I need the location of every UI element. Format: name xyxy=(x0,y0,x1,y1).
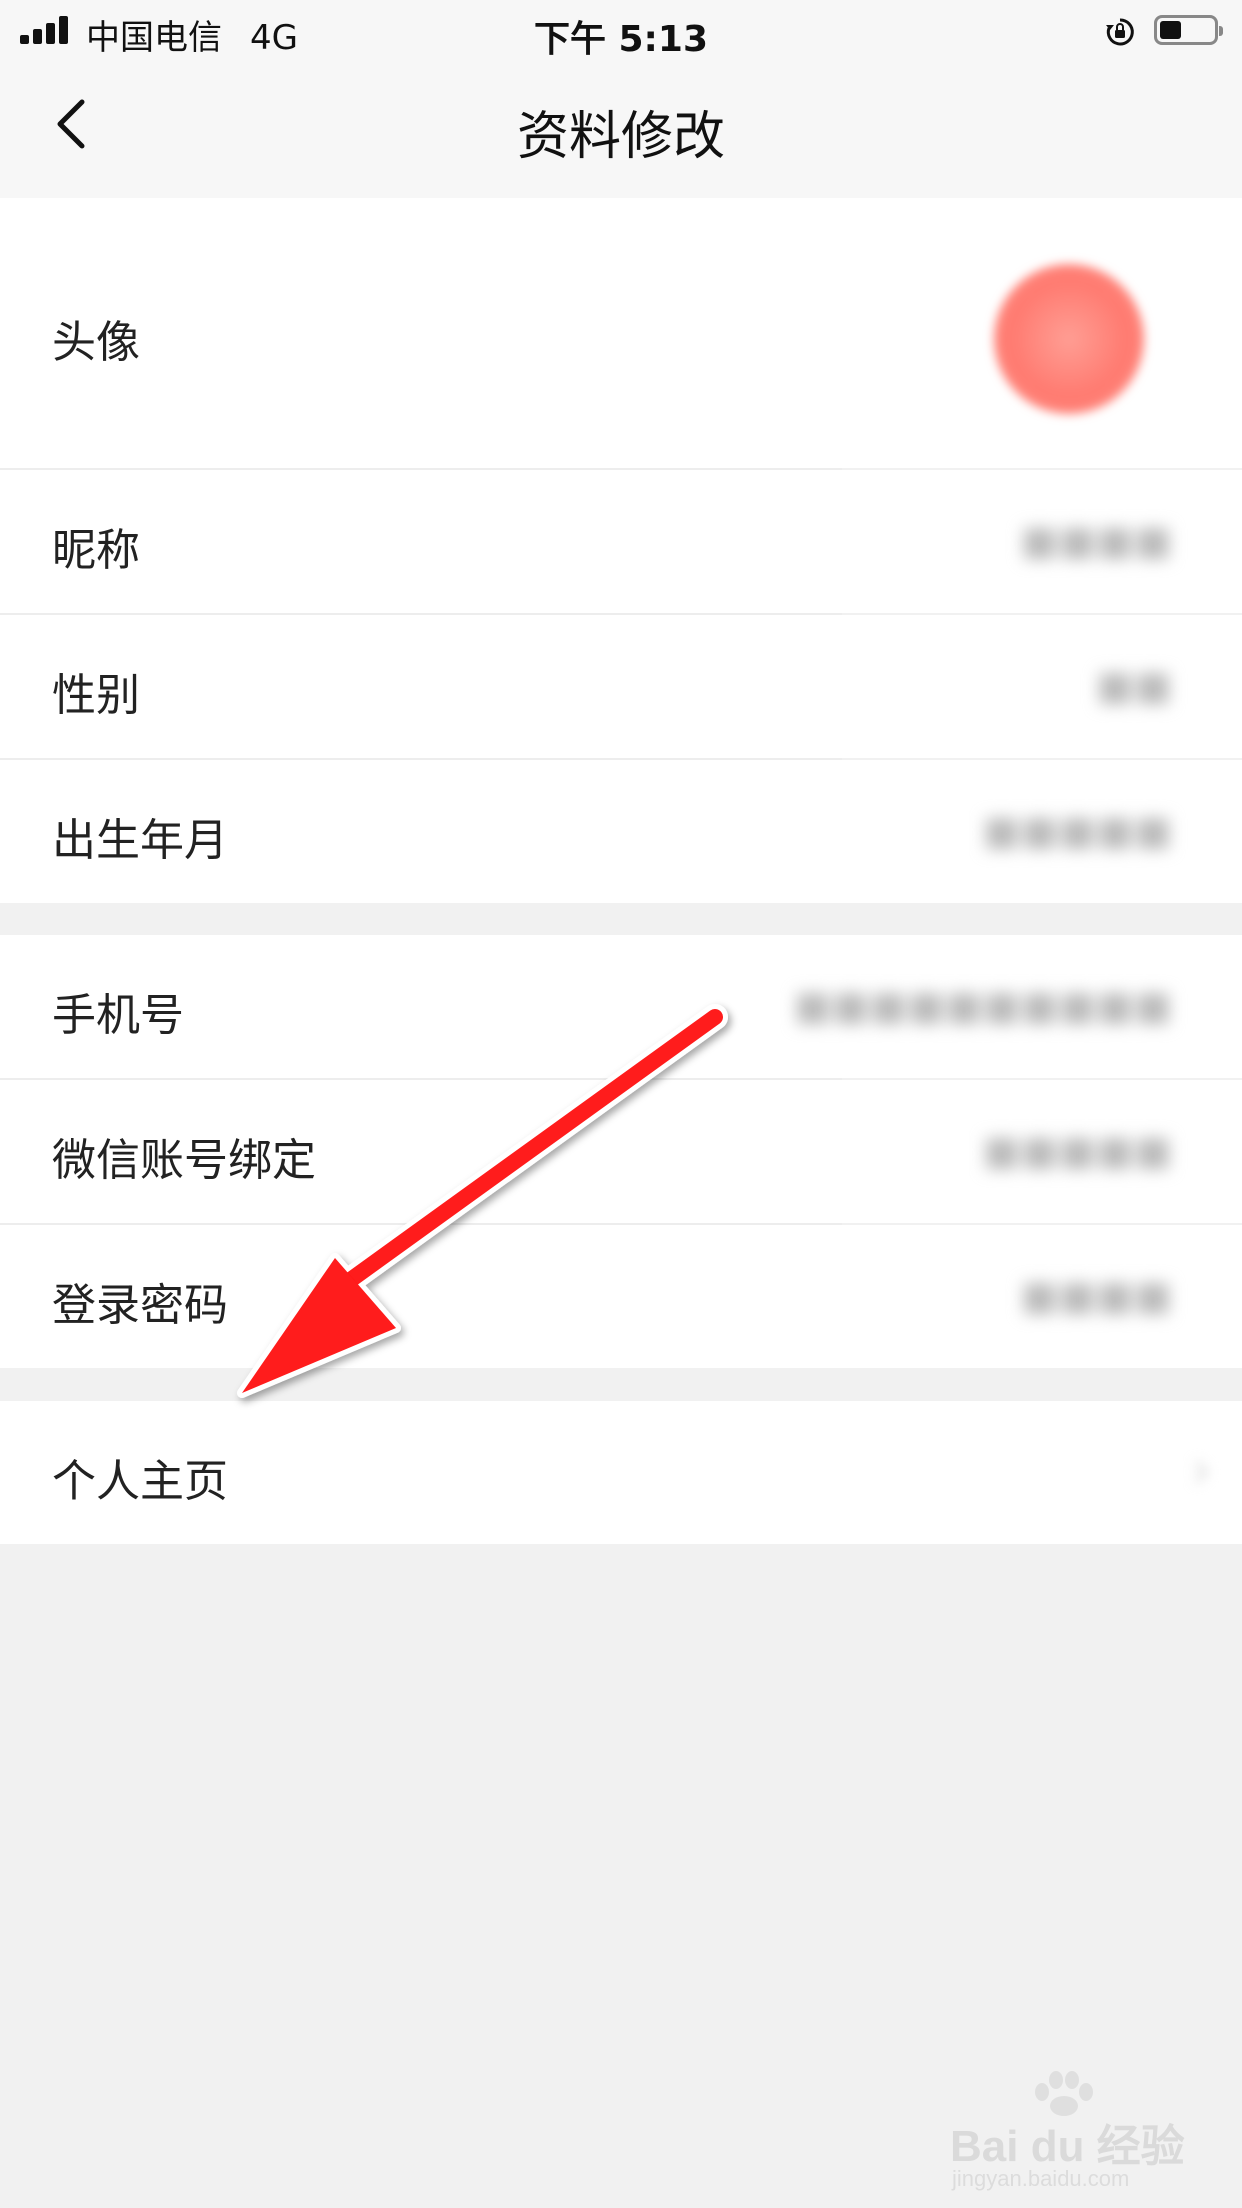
row-wechat-binding[interactable]: 微信账号绑定 ■■■■■ xyxy=(0,1080,1242,1223)
baidu-jingyan-watermark: Bai du 经验 jingyan.baidu.com xyxy=(950,2070,1230,2191)
row-value-login-password: ■■■■ xyxy=(1020,1273,1172,1319)
row-login-password[interactable]: 登录密码 ■■■■ xyxy=(0,1225,1242,1368)
status-time: 下午 5:13 xyxy=(533,19,709,60)
avatar xyxy=(994,264,1144,414)
row-avatar[interactable]: 头像 xyxy=(0,198,1242,468)
row-label-personal-homepage: 个人主页 xyxy=(52,1456,228,1507)
status-bar: 中国电信 4G 下午 5:13 xyxy=(0,0,1242,60)
row-value-gender: ■■ xyxy=(1096,663,1172,709)
row-birthdate[interactable]: 出生年月 ■■■■■ xyxy=(0,760,1242,903)
page-title: 资料修改 xyxy=(516,107,725,167)
row-label-birthdate: 出生年月 xyxy=(52,815,228,866)
navigation-bar: 资料修改 xyxy=(0,60,1242,198)
row-value-phone: ■■■■■■■■■■ xyxy=(794,983,1172,1029)
row-label-wechat-binding: 微信账号绑定 xyxy=(52,1135,316,1186)
chevron-right-icon xyxy=(1194,1460,1209,1484)
row-label-login-password: 登录密码 xyxy=(52,1280,228,1331)
row-label-avatar: 头像 xyxy=(52,317,140,368)
row-value-birthdate: ■■■■■ xyxy=(983,808,1172,854)
row-phone[interactable]: 手机号 ■■■■■■■■■■ xyxy=(0,935,1242,1078)
battery-icon xyxy=(1154,15,1223,45)
row-label-gender: 性别 xyxy=(52,670,140,721)
watermark-brand: Bai du 经验 xyxy=(950,2122,1185,2171)
rotation-lock-icon xyxy=(1106,18,1134,46)
row-value-nickname: ■■■■ xyxy=(1020,518,1172,564)
row-personal-homepage[interactable]: 个人主页 xyxy=(0,1401,1242,1544)
battery-level xyxy=(1160,21,1181,39)
row-value-wechat-binding: ■■■■■ xyxy=(983,1128,1172,1174)
row-label-phone: 手机号 xyxy=(52,990,184,1041)
row-nickname[interactable]: 昵称 ■■■■ xyxy=(0,470,1242,613)
row-gender[interactable]: 性别 ■■ xyxy=(0,615,1242,758)
row-label-nickname: 昵称 xyxy=(52,525,140,576)
watermark-url: jingyan.baidu.com xyxy=(952,2166,1130,2191)
